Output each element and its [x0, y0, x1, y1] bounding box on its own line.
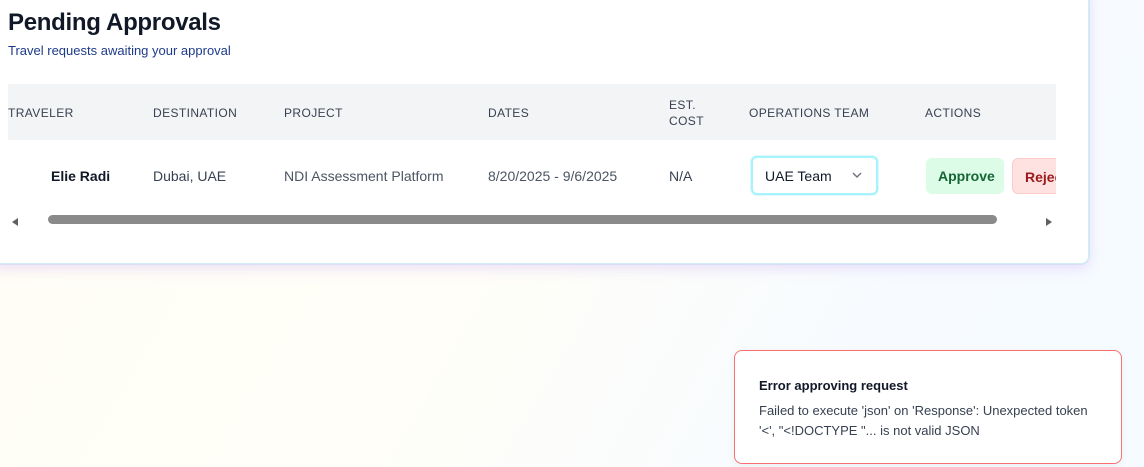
error-toast: Error approving request Failed to execut…: [734, 350, 1122, 464]
column-header-actions: ACTIONS: [925, 106, 982, 120]
column-header-traveler: TRAVELER: [8, 106, 74, 120]
operations-team-value: UAE Team: [765, 168, 832, 184]
column-header-destination: DESTINATION: [153, 106, 238, 120]
traveler-name: Elie Radi: [51, 168, 111, 184]
chevron-down-icon: [852, 172, 862, 178]
scroll-right-arrow-icon[interactable]: [1046, 218, 1052, 226]
est-cost-cell: N/A: [669, 168, 693, 184]
horizontal-scrollbar[interactable]: [8, 212, 1056, 232]
column-header-dates: DATES: [488, 106, 530, 120]
operations-team-select[interactable]: UAE Team: [751, 156, 878, 195]
column-header-est-cost: EST. COST: [669, 98, 704, 128]
toast-message: Failed to execute 'json' on 'Response': …: [759, 403, 1088, 438]
table-row: Elie Radi Dubai, UAE NDI Assessment Plat…: [8, 140, 1056, 212]
approve-button[interactable]: Approve: [926, 158, 1004, 194]
column-header-project: PROJECT: [284, 106, 343, 120]
project-cell: NDI Assessment Platform: [284, 168, 444, 184]
destination-cell: Dubai, UAE: [153, 168, 227, 184]
toast-title: Error approving request: [759, 378, 908, 393]
reject-button[interactable]: Reject: [1012, 158, 1056, 194]
scrollbar-thumb[interactable]: [48, 215, 997, 224]
dates-cell: 8/20/2025 - 9/6/2025: [488, 168, 618, 184]
scroll-left-arrow-icon[interactable]: [12, 218, 18, 226]
column-header-operations-team: OPERATIONS TEAM: [749, 106, 870, 120]
page-subtitle: Travel requests awaiting your approval: [8, 43, 231, 58]
table-header: TRAVELER DESTINATION PROJECT DATES EST. …: [8, 84, 1056, 140]
pending-approvals-card: Pending Approvals Travel requests awaiti…: [0, 0, 1089, 264]
approvals-table: TRAVELER DESTINATION PROJECT DATES EST. …: [8, 84, 1056, 232]
page-title: Pending Approvals: [8, 9, 221, 36]
